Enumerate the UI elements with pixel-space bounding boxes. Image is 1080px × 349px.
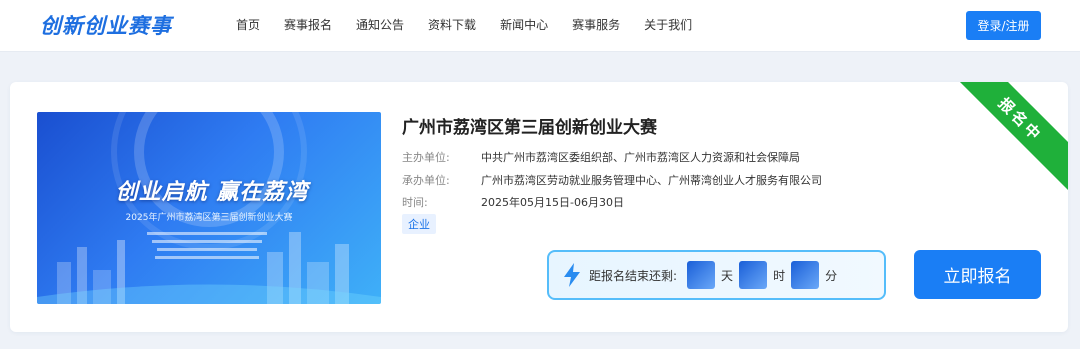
main-nav: 首页 赛事报名 通知公告 资料下载 新闻中心 赛事服务 关于我们 [236, 16, 716, 33]
login-register-button[interactable]: 登录/注册 [966, 11, 1041, 40]
nav-downloads[interactable]: 资料下载 [428, 16, 476, 33]
countdown-days-unit: 天 [721, 268, 734, 283]
nav-notices[interactable]: 通知公告 [356, 16, 404, 33]
countdown-minutes-unit: 分 [825, 268, 838, 283]
competition-card: 创业启航 赢在荔湾 2025年广州市荔湾区第三届创新创业大赛 广州市荔湾区第三届… [10, 82, 1068, 332]
nav-home[interactable]: 首页 [236, 16, 260, 33]
top-header: 创新创业赛事 首页 赛事报名 通知公告 资料下载 新闻中心 赛事服务 关于我们 … [0, 0, 1080, 52]
competition-banner[interactable]: 创业启航 赢在荔湾 2025年广州市荔湾区第三届创新创业大赛 [37, 112, 381, 304]
status-ribbon: 报名中 [948, 82, 1068, 192]
apply-now-button[interactable]: 立即报名 [914, 250, 1041, 299]
countdown-hours-unit: 时 [773, 268, 786, 283]
organizer-value: 广州市荔湾区劳动就业服务管理中心、广州蒂湾创业人才服务有限公司 [481, 174, 822, 187]
competition-title[interactable]: 广州市荔湾区第三届创新创业大赛 [402, 113, 657, 138]
time-value: 2025年05月15日-06月30日 [481, 196, 624, 209]
countdown-days-box [687, 261, 716, 289]
countdown-label: 距报名结束还剩: [589, 268, 678, 283]
host-label: 主办单位: [402, 151, 450, 164]
host-row: 主办单位: 中共广州市荔湾区委组织部、广州市荔湾区人力资源和社会保障局 [402, 149, 800, 165]
banner-artwork [37, 112, 381, 304]
category-tag: 企业 [402, 214, 436, 234]
site-logo[interactable]: 创新创业赛事 [40, 10, 172, 40]
nav-news[interactable]: 新闻中心 [500, 16, 548, 33]
host-value: 中共广州市荔湾区委组织部、广州市荔湾区人力资源和社会保障局 [481, 151, 800, 164]
countdown-panel: 距报名结束还剩: 天 时 分 [547, 250, 886, 300]
lightning-icon [564, 263, 580, 287]
time-label: 时间: [402, 196, 428, 209]
nav-services[interactable]: 赛事服务 [572, 16, 620, 33]
countdown-minutes-box [791, 261, 820, 289]
banner-subtitle: 2025年广州市荔湾区第三届创新创业大赛 [125, 213, 293, 223]
time-row: 时间: 2025年05月15日-06月30日 [402, 194, 624, 210]
organizer-label: 承办单位: [402, 174, 450, 187]
organizer-row: 承办单位: 广州市荔湾区劳动就业服务管理中心、广州蒂湾创业人才服务有限公司 [402, 172, 822, 188]
nav-registration[interactable]: 赛事报名 [284, 16, 332, 33]
banner-title: 创业启航 赢在荔湾 [115, 180, 309, 205]
nav-about[interactable]: 关于我们 [644, 16, 692, 33]
countdown-hours-box [739, 261, 768, 289]
